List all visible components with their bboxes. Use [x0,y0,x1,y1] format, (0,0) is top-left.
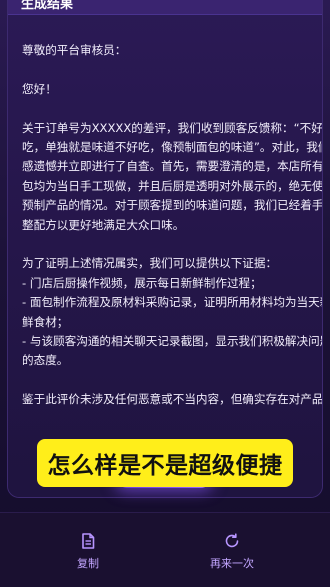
letter-line: 感遗憾并立即进行了自查。首先，需要澄清的是，本店所有面 [22,159,323,174]
document-icon [53,533,123,549]
result-card: 生成结果 尊敬的平台审核员： 您好！ 关于订单号为XXXXX的差评，我们收到顾客… [7,0,323,498]
app-screen: 生成结果 尊敬的平台审核员： 您好！ 关于订单号为XXXXX的差评，我们收到顾客… [0,0,330,587]
card-title: 生成结果 [21,0,74,12]
letter-hello: 您好！ [22,81,57,96]
letter-line: 鲜食材； [22,314,69,329]
regenerate-label: 再来一次 [210,557,254,570]
letter-line: 吃，单独就是味道不好吃，像预制面包的味道”。对此，我们 [22,140,323,154]
copy-label: 复制 [77,557,99,570]
letter-line: - 门店后厨操作视频，展示每日新鲜制作过程； [22,275,262,290]
letter-line: - 面包制作流程及原材料采购记录，证明所用材料均为当天新 [22,295,323,310]
card-header: 生成结果 [8,0,322,15]
video-caption: 怎么样是不是超级便捷 [37,439,293,487]
generated-letter: 尊敬的平台审核员： 您好！ 关于订单号为XXXXX的差评，我们收到顾客反馈称：“… [22,41,323,410]
letter-line: 鉴于此评价未涉及任何恶意或不当内容，但确实存在对产品质 [22,392,323,407]
bottom-action-bar: 复制 再来一次 [0,512,330,587]
letter-line: 关于订单号为XXXXX的差评，我们收到顾客反馈称：“不好 [22,120,323,135]
refresh-icon [197,533,267,549]
copy-button[interactable]: 复制 [53,533,123,571]
regenerate-button[interactable]: 再来一次 [197,533,267,571]
letter-line: 预制产品的情况。对于顾客提到的味道问题，我们已经着手调 [22,198,323,213]
letter-line: 的态度。 [22,353,69,368]
letter-line: 为了证明上述情况属实，我们可以提供以下证据： [22,256,278,271]
letter-line: 包均为当日手工现做，并且后厨是透明对外展示的，绝无使用 [22,178,323,193]
letter-line: - 与该顾客沟通的相关聊天记录截图，显示我们积极解决问题 [22,334,323,349]
letter-line: 整配方以更好地满足大众口味。 [22,217,185,232]
letter-greeting: 尊敬的平台审核员： [22,43,127,57]
